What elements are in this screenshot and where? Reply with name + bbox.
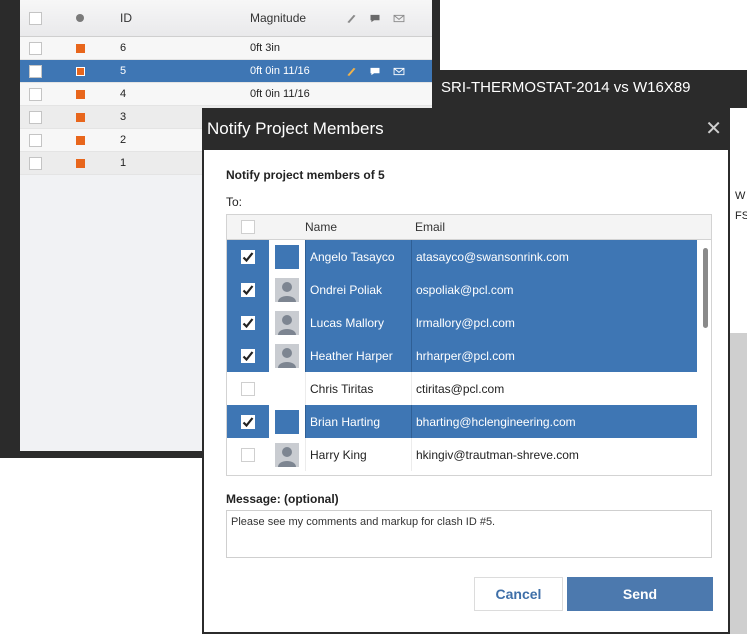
close-icon[interactable]: ✕ xyxy=(705,116,722,141)
member-avatar xyxy=(269,273,305,306)
message-label: Message: (optional) xyxy=(226,492,339,506)
email-column-header: Email xyxy=(415,220,446,234)
clash-row[interactable]: 4 0ft 0in 11/16 xyxy=(20,83,432,106)
clash-row[interactable]: 6 0ft 3in xyxy=(20,37,432,60)
dialog-title-bar: Notify Project Members ✕ xyxy=(204,108,728,150)
cancel-button[interactable]: Cancel xyxy=(474,577,563,611)
member-name: Angelo Tasayco xyxy=(305,240,411,273)
avatar-placeholder xyxy=(275,244,299,269)
window-title: SRI-THERMOSTAT-2014 vs W16X89 xyxy=(432,70,747,108)
member-checkbox[interactable] xyxy=(227,339,269,372)
member-name: Heather Harper xyxy=(305,339,411,372)
clash-magnitude: 0ft 3in xyxy=(250,42,280,54)
member-email: ospoliak@pcl.com xyxy=(411,273,603,306)
member-checkbox[interactable] xyxy=(227,306,269,339)
member-row[interactable]: Harry King hkingiv@trautman-shreve.com xyxy=(227,438,711,471)
status-square-icon xyxy=(50,43,110,53)
markup-column-icon xyxy=(347,14,356,23)
status-square-icon xyxy=(50,158,110,168)
member-email: bharting@hclengineering.com xyxy=(411,405,603,438)
row-checkbox[interactable] xyxy=(20,156,50,170)
status-square-icon xyxy=(50,135,110,145)
member-email: hkingiv@trautman-shreve.com xyxy=(411,438,603,471)
email-icon[interactable] xyxy=(393,67,405,76)
member-checkbox[interactable] xyxy=(227,273,269,306)
row-checkbox[interactable] xyxy=(20,41,50,55)
member-email: hrharper@pcl.com xyxy=(411,339,603,372)
viewport-edge xyxy=(730,333,747,634)
message-input[interactable]: Please see my comments and markup for cl… xyxy=(226,510,712,558)
member-avatar xyxy=(269,339,305,372)
member-row[interactable]: Lucas Mallory lrmallory@pcl.com xyxy=(227,306,711,339)
member-avatar xyxy=(269,372,305,405)
person-icon xyxy=(275,442,299,467)
member-name: Harry King xyxy=(305,438,411,471)
clash-row[interactable]: 5 0ft 0in 11/16 xyxy=(20,60,432,83)
members-header: Name Email xyxy=(227,215,711,240)
clash-magnitude: 0ft 0in 11/16 xyxy=(250,88,310,100)
row-checkbox[interactable] xyxy=(20,133,50,147)
clash-id: 4 xyxy=(120,88,127,100)
member-name: Ondrei Poliak xyxy=(305,273,411,306)
select-all-members-checkbox[interactable] xyxy=(227,215,269,239)
status-square-icon xyxy=(50,89,110,99)
member-email: ctiritas@pcl.com xyxy=(411,372,603,405)
status-square-icon xyxy=(50,112,110,122)
select-all-checkbox[interactable] xyxy=(20,11,50,25)
row-checkbox[interactable] xyxy=(20,87,50,101)
to-label: To: xyxy=(226,195,243,209)
member-row[interactable]: Chris Tiritas ctiritas@pcl.com xyxy=(227,372,711,405)
name-column-header: Name xyxy=(305,220,338,234)
member-avatar xyxy=(269,240,305,273)
member-avatar xyxy=(269,306,305,339)
member-row[interactable]: Heather Harper hrharper@pcl.com xyxy=(227,339,711,372)
notify-heading: Notify project members of 5 xyxy=(226,168,385,182)
scrollbar-thumb[interactable] xyxy=(703,248,708,328)
clash-table-header: ID Magnitude xyxy=(20,0,432,37)
members-list: Name Email Angelo Tasayco atasayco@swanso… xyxy=(226,214,712,476)
row-checkbox[interactable] xyxy=(20,64,50,78)
right-panel-text-2: FS xyxy=(735,210,747,222)
markup-icon[interactable] xyxy=(345,67,357,76)
clash-magnitude: 0ft 0in 11/16 xyxy=(250,65,310,77)
member-avatar xyxy=(269,438,305,471)
notify-column-icon xyxy=(393,14,405,22)
avatar-placeholder xyxy=(275,409,299,434)
member-checkbox[interactable] xyxy=(227,372,269,405)
notify-dialog: Notify Project Members ✕ Notify project … xyxy=(202,108,730,634)
id-column-header[interactable]: ID xyxy=(110,11,250,25)
send-button[interactable]: Send xyxy=(567,577,713,611)
member-avatar xyxy=(269,405,305,438)
member-name: Lucas Mallory xyxy=(305,306,411,339)
member-checkbox[interactable] xyxy=(227,405,269,438)
member-name: Brian Harting xyxy=(305,405,411,438)
member-row[interactable]: Ondrei Poliak ospoliak@pcl.com xyxy=(227,273,711,306)
right-panel-text-1: W xyxy=(735,190,746,202)
clash-id: 6 xyxy=(120,42,127,54)
magnitude-column-header[interactable]: Magnitude xyxy=(250,11,345,25)
status-column-icon xyxy=(50,14,110,22)
member-email: atasayco@swansonrink.com xyxy=(411,240,603,273)
dialog-title: Notify Project Members xyxy=(207,119,384,138)
person-icon xyxy=(275,343,299,368)
person-icon xyxy=(275,277,299,302)
member-name: Chris Tiritas xyxy=(305,372,411,405)
comment-column-icon xyxy=(370,14,380,22)
clash-id: 5 xyxy=(120,65,127,77)
right-panel: W FS xyxy=(728,108,747,333)
person-icon xyxy=(275,310,299,335)
comment-icon[interactable] xyxy=(369,67,381,76)
member-row[interactable]: Angelo Tasayco atasayco@swansonrink.com xyxy=(227,240,711,273)
member-email: lrmallory@pcl.com xyxy=(411,306,603,339)
row-checkbox[interactable] xyxy=(20,110,50,124)
member-checkbox[interactable] xyxy=(227,240,269,273)
member-row[interactable]: Brian Harting bharting@hclengineering.com xyxy=(227,405,711,438)
status-square-icon xyxy=(50,66,110,76)
members-scrollbar[interactable] xyxy=(697,240,711,475)
member-checkbox[interactable] xyxy=(227,438,269,471)
